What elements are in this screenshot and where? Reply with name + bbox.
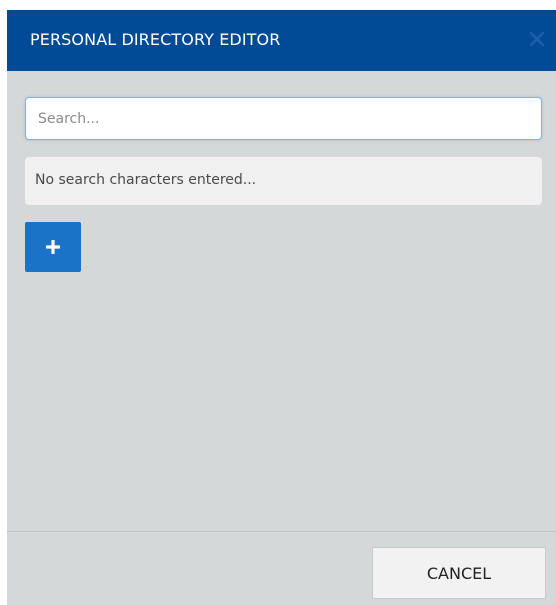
results-message: No search characters entered... (35, 172, 257, 188)
dialog-title: PERSONAL DIRECTORY EDITOR (30, 30, 281, 49)
close-icon[interactable] (528, 30, 546, 48)
cancel-button[interactable]: CANCEL (372, 547, 546, 599)
footer-divider (7, 531, 556, 532)
add-entry-button[interactable] (25, 222, 81, 272)
plus-icon (46, 240, 60, 254)
search-results-panel: No search characters entered... (25, 157, 542, 205)
search-input[interactable] (25, 97, 542, 140)
dialog-header: PERSONAL DIRECTORY EDITOR (7, 10, 556, 71)
personal-directory-dialog: PERSONAL DIRECTORY EDITOR No search char… (7, 10, 556, 605)
